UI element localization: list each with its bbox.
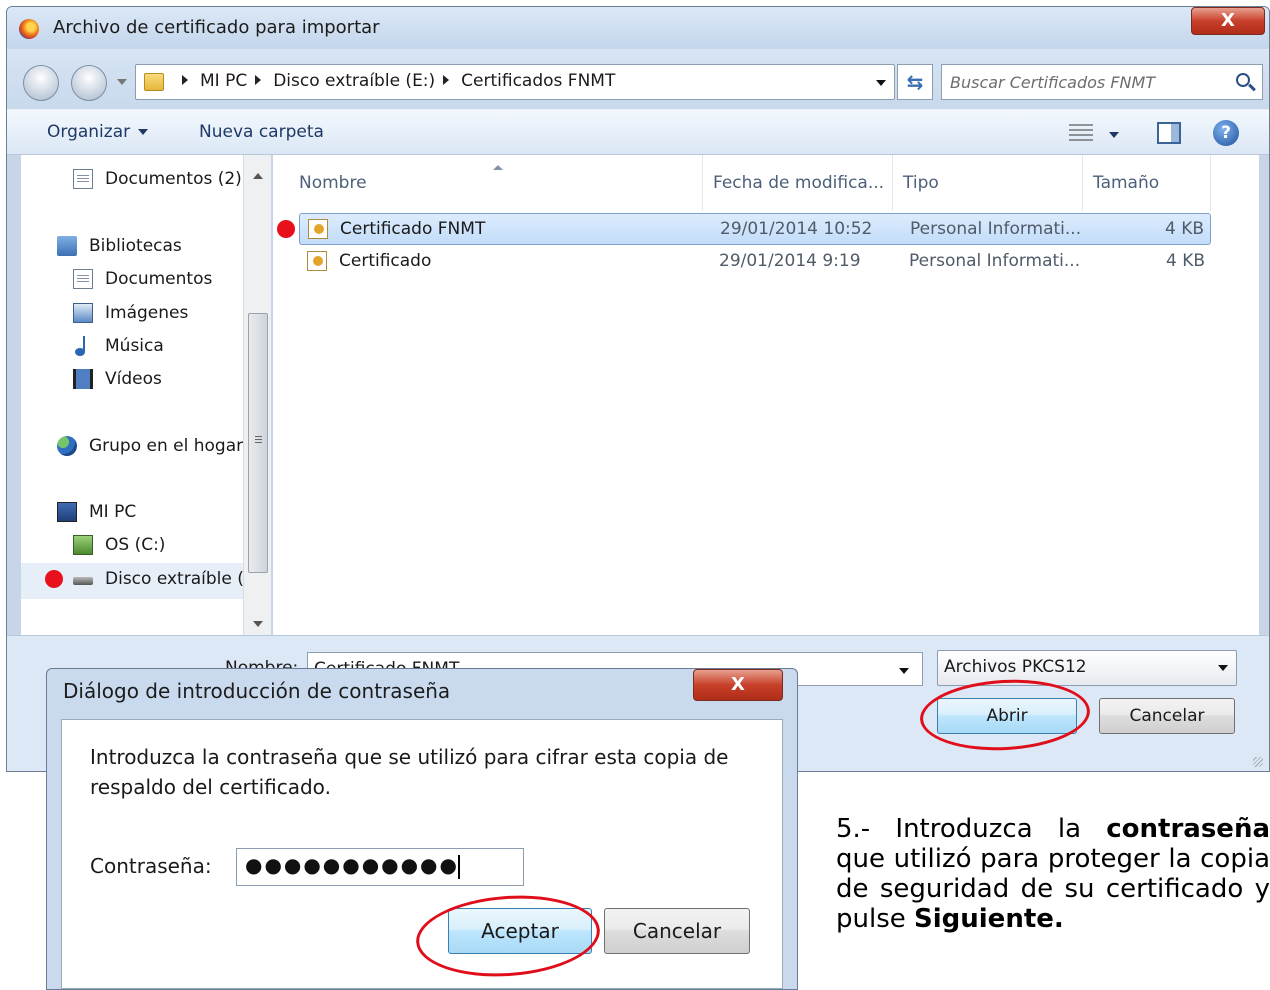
red-marker — [277, 220, 295, 238]
file-type: Personal Informati... — [910, 219, 1082, 239]
nav-item-label: Imágenes — [105, 303, 189, 323]
library-icon — [57, 236, 77, 256]
forward-button[interactable] — [71, 65, 107, 101]
sort-ascending-icon — [493, 165, 503, 170]
views-icon[interactable] — [1069, 124, 1093, 142]
preview-pane-icon[interactable] — [1157, 122, 1181, 144]
nav-item-label: Vídeos — [105, 369, 162, 389]
back-button[interactable] — [23, 65, 59, 101]
scroll-down-icon[interactable] — [253, 621, 263, 627]
cancel-button[interactable]: Cancelar — [1099, 698, 1235, 734]
filename-dropdown-icon[interactable] — [899, 668, 909, 674]
grip-icon — [255, 436, 262, 445]
nav-item-label: OS (C:) — [105, 535, 166, 555]
address-bar[interactable]: MI PC Disco extraíble (E:) Certificados FN… — [135, 64, 895, 100]
address-row: MI PC Disco extraíble (E:) Certificados FN… — [7, 49, 1269, 109]
column-header-name[interactable]: Nombre — [273, 155, 703, 211]
homegroup-icon — [57, 436, 77, 456]
cancel-button[interactable]: Cancelar — [604, 908, 750, 954]
firefox-icon — [19, 19, 39, 39]
breadcrumb-item[interactable]: MI PC — [200, 71, 247, 91]
chevron-down-icon — [138, 129, 149, 135]
videos-icon — [73, 369, 93, 389]
certificate-file-icon — [307, 251, 327, 271]
recent-pages-dropdown-icon[interactable] — [117, 79, 127, 85]
dialog-message: Introduzca la contraseña que se utilizó … — [90, 745, 729, 799]
chevron-right-icon[interactable] — [255, 75, 262, 85]
drive-icon — [73, 535, 93, 555]
nav-item-label: Documentos — [105, 269, 213, 289]
red-marker — [45, 570, 63, 588]
breadcrumb: MI PC Disco extraíble (E:) Certificados FN… — [174, 71, 615, 91]
certificate-file-icon — [308, 219, 328, 239]
dialog-title: Archivo de certificado para importar — [53, 17, 380, 38]
dialog-title: Diálogo de introducción de contraseña — [63, 679, 451, 703]
close-button[interactable]: X — [1191, 7, 1265, 35]
nav-item-label: Documentos (2) — [105, 169, 242, 189]
file-name: Certificado — [339, 251, 432, 271]
password-label: Contraseña: — [90, 854, 212, 878]
navigation-pane: Documentos (2) Bibliotecas Documentos Im… — [21, 155, 271, 635]
title-bar: Archivo de certificado para importar X — [7, 7, 1269, 49]
screenshot-stage: Archivo de certificado para importar X M… — [0, 0, 1270, 990]
organize-button[interactable]: Organizar — [47, 122, 149, 142]
text-caret — [457, 854, 460, 879]
nav-item-label: MI PC — [89, 502, 137, 522]
organize-label: Organizar — [47, 122, 131, 142]
views-dropdown-icon[interactable] — [1109, 132, 1119, 138]
music-icon — [73, 336, 93, 356]
document-icon — [73, 169, 93, 189]
file-type-select[interactable]: Archivos PKCS12 — [937, 650, 1237, 686]
help-icon[interactable]: ? — [1213, 120, 1239, 146]
resize-grip-icon[interactable] — [1253, 757, 1263, 767]
refresh-button[interactable]: ⇆ — [897, 64, 933, 100]
password-field[interactable]: ●●●●●●●●●●● — [236, 848, 524, 886]
scroll-up-icon[interactable] — [253, 173, 263, 179]
nav-item-label: Música — [105, 336, 164, 356]
new-folder-button[interactable]: Nueva carpeta — [199, 122, 324, 142]
file-row[interactable]: Certificado 29/01/2014 9:19 Personal Inf… — [299, 246, 1211, 278]
file-date: 29/01/2014 10:52 — [720, 219, 873, 239]
pictures-icon — [73, 303, 93, 323]
search-box[interactable] — [941, 64, 1263, 100]
file-date: 29/01/2014 9:19 — [719, 251, 861, 271]
nav-scrollbar[interactable] — [243, 155, 271, 635]
nav-item-label: Bibliotecas — [89, 236, 182, 256]
column-header-type[interactable]: Tipo — [893, 155, 1083, 211]
file-size: 4 KB — [1164, 219, 1204, 239]
folder-icon — [144, 73, 164, 91]
search-input[interactable] — [950, 71, 1220, 93]
computer-icon — [57, 502, 77, 522]
file-type: Personal Informati... — [909, 251, 1081, 271]
search-icon[interactable] — [1236, 73, 1250, 87]
file-row[interactable]: Certificado FNMT 29/01/2014 10:52 Person… — [299, 213, 1211, 245]
column-header-date[interactable]: Fecha de modifica... — [703, 155, 893, 211]
nav-item-label: Grupo en el hogar — [89, 436, 244, 456]
usb-drive-icon — [73, 577, 93, 585]
address-dropdown-icon[interactable] — [876, 80, 886, 86]
nav-item-label: Disco extraíble (E — [105, 569, 255, 589]
breadcrumb-item[interactable]: Disco extraíble (E:) — [273, 71, 435, 91]
file-open-dialog: Archivo de certificado para importar X M… — [6, 6, 1270, 772]
chevron-down-icon — [1218, 665, 1228, 671]
scroll-thumb[interactable] — [248, 313, 268, 573]
chevron-right-icon[interactable] — [182, 75, 188, 85]
column-header-size[interactable]: Tamaño — [1083, 155, 1211, 211]
document-icon — [73, 269, 93, 289]
password-mask: ●●●●●●●●●●● — [245, 853, 459, 877]
instruction-prefix: 5.- Introduzca la — [836, 814, 1107, 844]
file-size: 4 KB — [1165, 251, 1205, 271]
command-bar: Organizar Nueva carpeta ? — [7, 109, 1269, 155]
breadcrumb-item[interactable]: Certificados FNMT — [461, 71, 615, 91]
instruction-bold-next: Siguiente. — [914, 904, 1064, 934]
instruction-bold-password: contraseña — [1106, 814, 1270, 844]
chevron-right-icon[interactable] — [443, 75, 450, 85]
file-type-value: Archivos PKCS12 — [944, 657, 1087, 677]
instruction-text: 5.- Introduzca la contraseña que utilizó… — [836, 814, 1270, 990]
file-list: Nombre Fecha de modifica... Tipo Tamaño … — [273, 155, 1259, 635]
file-name: Certificado FNMT — [340, 219, 486, 239]
close-button[interactable]: X — [693, 669, 783, 701]
